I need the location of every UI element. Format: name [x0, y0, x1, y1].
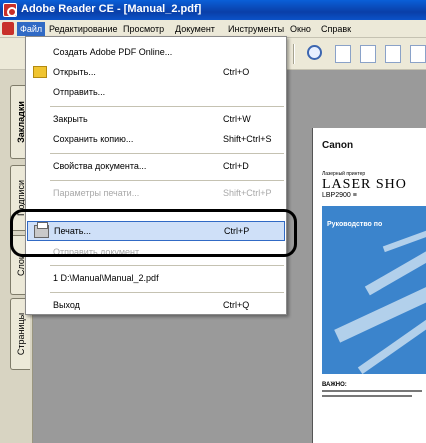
menu-item-label: Отправить... [53, 87, 106, 97]
menu-item-label: Создать Adobe PDF Online... [53, 47, 173, 57]
menu-view[interactable]: Просмотр [120, 22, 167, 36]
menu-item-shortcut: Shift+Ctrl+P [223, 188, 272, 198]
document-page[interactable]: Canon Лазерный принтер LASER SHO LBP2900… [312, 128, 426, 443]
menu-document[interactable]: Документ [172, 22, 218, 36]
zoom-in-icon[interactable] [307, 45, 322, 60]
menu-separator [50, 292, 284, 293]
menu-file[interactable]: Файл [17, 22, 46, 36]
menu-item-save-copy[interactable]: Сохранить копию... Shift+Ctrl+S [27, 130, 285, 150]
menu-item-document-properties[interactable]: Свойства документа... Ctrl+D [27, 157, 285, 177]
product-name: LASER SHO [322, 177, 407, 192]
window-titlebar[interactable]: Adobe Reader CE - [Manual_2.pdf] [0, 0, 426, 20]
menu-item-close[interactable]: Закрыть Ctrl+W [27, 110, 285, 130]
cover-graphic: Руководство по [322, 206, 426, 374]
menu-separator [50, 106, 284, 107]
menu-item-create-pdf-online[interactable]: Создать Adobe PDF Online... [27, 43, 285, 63]
menu-edit[interactable]: Редактирование [46, 22, 121, 36]
menu-item-label: Свойства документа... [53, 161, 147, 171]
menu-item-label: Параметры печати... [53, 188, 140, 198]
window-title: Adobe Reader CE - [Manual_2.pdf] [21, 3, 202, 15]
fine-print-line [322, 390, 422, 392]
menu-tools[interactable]: Инструменты [225, 22, 287, 36]
menu-window[interactable]: Окно [287, 22, 314, 36]
menu-item-label: Сохранить копию... [53, 134, 134, 144]
print-callout-outline [10, 209, 297, 257]
menu-item-shortcut: Ctrl+Q [223, 300, 250, 310]
adobe-reader-icon [3, 3, 17, 17]
fine-print-line [322, 395, 412, 397]
document-menu-icon[interactable] [2, 22, 14, 35]
menu-item-page-setup: Параметры печати... Shift+Ctrl+P [27, 184, 285, 204]
menu-separator [50, 180, 284, 181]
tab-bookmarks-label: Закладки [15, 101, 26, 143]
menu-item-shortcut: Shift+Ctrl+S [223, 134, 272, 144]
section-title: Руководство по [327, 221, 383, 228]
menu-separator [50, 153, 284, 154]
menu-separator [50, 265, 284, 266]
menu-item-send[interactable]: Отправить... [27, 83, 285, 103]
toolbar-separator [293, 44, 295, 64]
menu-item-label: Закрыть [53, 114, 88, 124]
model-name: LBP2900 ≡ [322, 192, 357, 199]
notice-label: ВАЖНО: [322, 382, 347, 388]
single-page-icon[interactable] [335, 45, 351, 63]
menu-item-label: Открыть... [53, 67, 96, 77]
menu-item-recent-file[interactable]: 1 D:\Manual\Manual_2.pdf [27, 269, 285, 289]
file-menu-dropdown: Создать Adobe PDF Online... Открыть... C… [25, 36, 287, 315]
tab-pages-label: Страницы [15, 312, 26, 356]
menu-item-label: 1 D:\Manual\Manual_2.pdf [53, 273, 159, 283]
menu-item-exit[interactable]: Выход Ctrl+Q [27, 296, 285, 316]
facing-pages-icon[interactable] [385, 45, 401, 63]
menu-item-shortcut: Ctrl+W [223, 114, 251, 124]
open-folder-icon [33, 66, 47, 78]
continuous-page-icon[interactable] [360, 45, 376, 63]
continuous-facing-icon[interactable] [410, 45, 426, 63]
menu-item-label: Выход [53, 300, 80, 310]
menu-item-shortcut: Ctrl+D [223, 161, 249, 171]
brand-logo: Canon [322, 140, 354, 151]
menu-help[interactable]: Справк [318, 22, 354, 36]
menu-item-open[interactable]: Открыть... Ctrl+O [27, 63, 285, 83]
menu-item-shortcut: Ctrl+O [223, 67, 250, 77]
tab-layers-label: Слои [15, 254, 26, 276]
